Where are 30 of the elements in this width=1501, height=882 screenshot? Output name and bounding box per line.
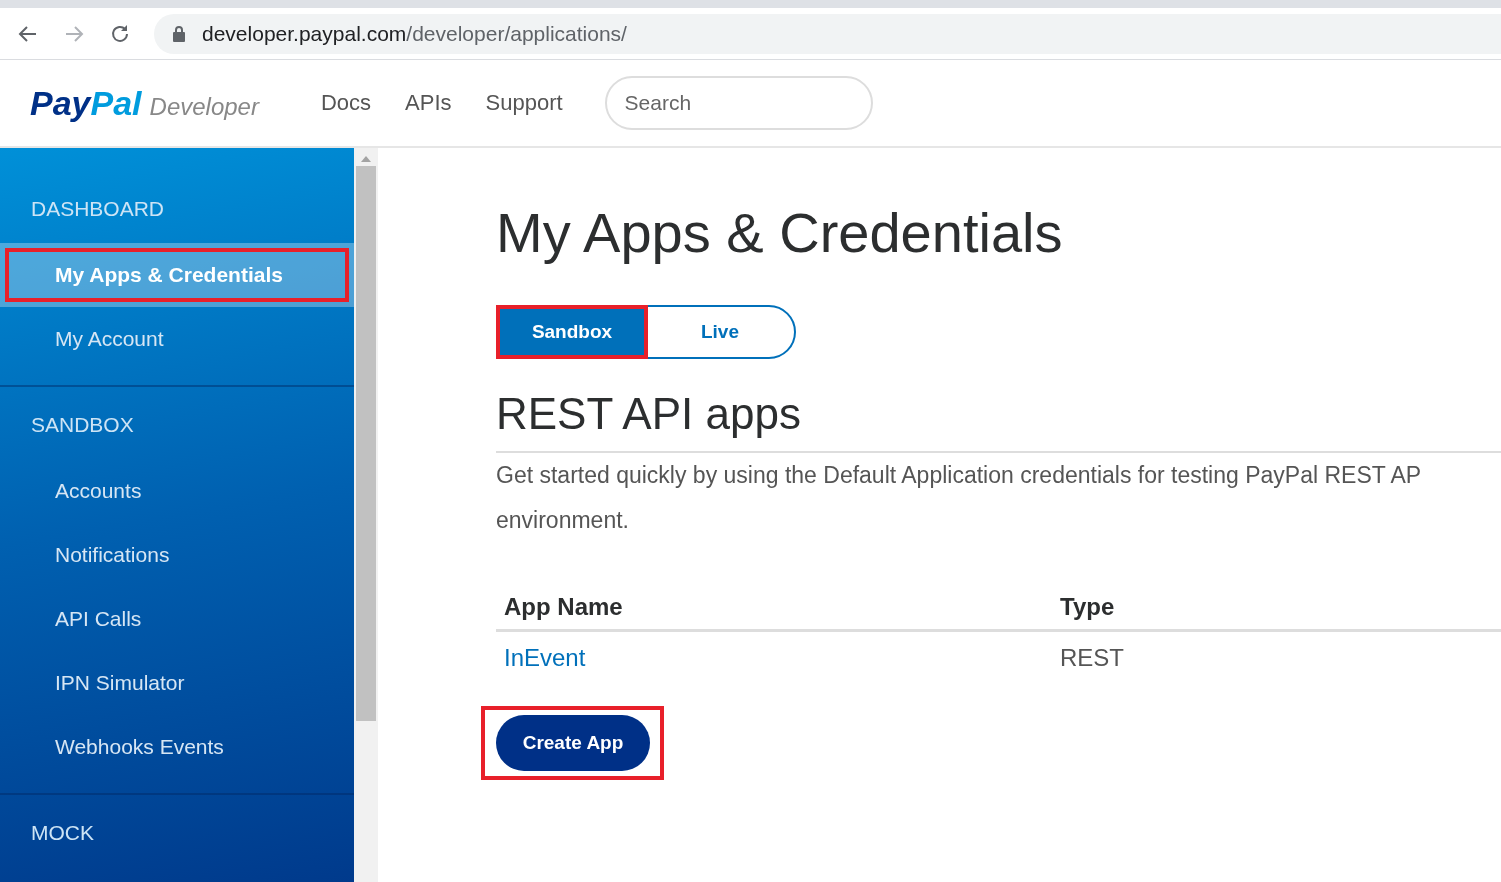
- create-app-button[interactable]: Create App: [496, 715, 650, 771]
- lock-icon: [172, 24, 186, 43]
- nav-link[interactable]: APIs: [405, 90, 452, 116]
- sidebar-section-title: SANDBOX: [30, 412, 135, 438]
- scrollbar-thumb[interactable]: [356, 166, 376, 721]
- sidebar-item[interactable]: Accounts: [0, 459, 354, 523]
- sidebar-item[interactable]: Webhooks Events: [0, 715, 354, 779]
- sidebar-item[interactable]: Notifications: [0, 523, 354, 587]
- paypal-developer-logo[interactable]: PayPal Developer: [30, 83, 259, 123]
- app-name-link[interactable]: InEvent: [504, 644, 586, 671]
- sidebar-item[interactable]: API Calls: [0, 587, 354, 651]
- search-field[interactable]: Search: [604, 76, 873, 130]
- address-bar[interactable]: developer.paypal.com/developer/applications/: [154, 13, 1501, 54]
- column-header: Type: [1052, 585, 1501, 631]
- sidebar-item[interactable]: IPN Simulator: [0, 651, 354, 715]
- environment-tab[interactable]: Live: [646, 307, 794, 357]
- description-text: environment.: [496, 506, 630, 535]
- page-title: My Apps & Credentials: [496, 200, 1064, 265]
- sidebar-item[interactable]: My Account: [0, 307, 354, 371]
- scroll-up-icon[interactable]: [361, 156, 371, 162]
- nav-link[interactable]: Docs: [320, 90, 372, 116]
- scrollbar[interactable]: [354, 148, 378, 882]
- environment-tab[interactable]: Sandbox: [498, 307, 646, 357]
- sidebar-section-title: DASHBOARD: [30, 196, 166, 222]
- sidebar-section-title: MOCK: [30, 820, 95, 846]
- description-text: Get started quickly by using the Default Application credentials for testing PayPal REST AP: [496, 461, 1423, 490]
- nav-link[interactable]: Support: [485, 90, 563, 116]
- column-header: App Name: [496, 585, 1052, 631]
- section-title: REST API apps: [496, 389, 1501, 453]
- table-cell: REST: [1052, 630, 1501, 684]
